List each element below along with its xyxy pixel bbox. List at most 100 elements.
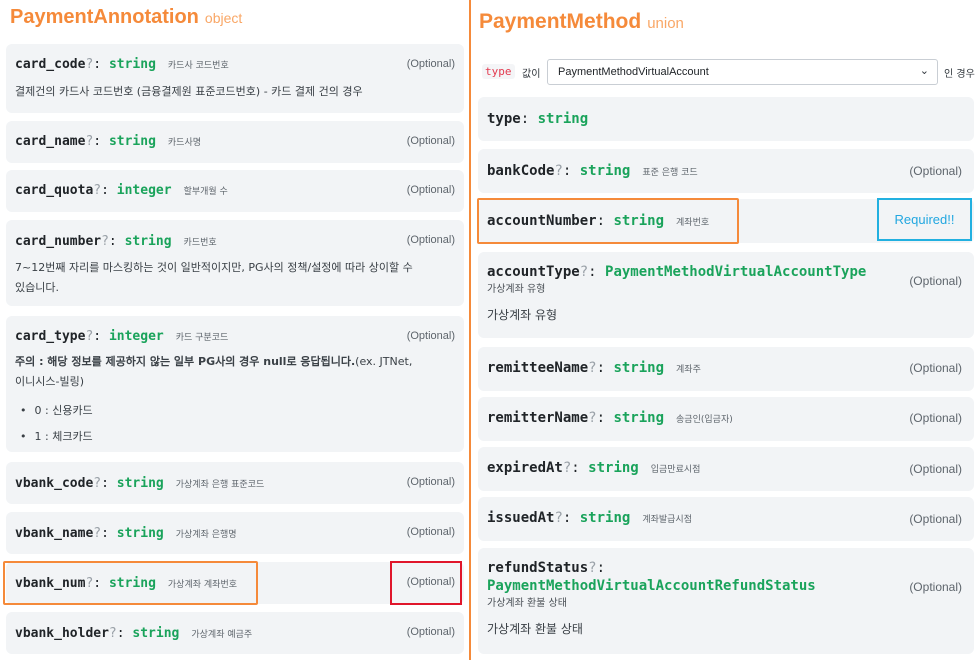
field-type: string — [132, 626, 180, 641]
optional-label: (Optional) — [909, 411, 962, 425]
field-card-expiredAt: expiredAt?: string 입금만료시점 (Optional) — [478, 447, 974, 491]
field-card-remitteeName: remitteeName?: string 계좌주 (Optional) — [478, 347, 974, 391]
optional-mark: ? — [588, 410, 597, 426]
colon: : — [101, 476, 117, 491]
chevron-down-icon: ⌄ — [919, 65, 929, 77]
field-name: card_code — [15, 57, 86, 72]
field-name: bankCode — [487, 163, 555, 179]
optional-label: (Optional) — [406, 626, 455, 638]
colon: : — [596, 410, 614, 426]
optional-mark: ? — [588, 560, 597, 576]
field-korean-label: 카드 구분코드 — [175, 333, 229, 343]
colon: : — [588, 264, 606, 280]
optional-label: (Optional) — [909, 361, 962, 375]
title-kind: object — [204, 10, 243, 26]
field-type: string — [108, 134, 156, 149]
colon: : — [520, 111, 538, 127]
field-korean-label: 가상계좌 은행명 — [175, 530, 237, 540]
optional-label: (Optional) — [909, 580, 962, 594]
field-korean-label: 카드사 코드번호 — [167, 61, 229, 71]
field-card-accountType: accountType?: PaymentMethodVirtualAccoun… — [478, 252, 974, 338]
field-signature: vbank_name?: string 가상계좌 은행명 — [15, 526, 237, 541]
optional-label: (Optional) — [406, 476, 455, 488]
union-variant-select[interactable]: PaymentMethodVirtualAccount ⌄ — [547, 59, 938, 85]
field-korean-label: 가상계좌 예금주 — [191, 630, 253, 640]
field-description: 결제건의 카드사 코드번호 (금융결제원 표준코드번호) - 카드 결제 건의 … — [15, 85, 363, 98]
field-name: card_number — [15, 234, 102, 249]
highlight-box-field — [3, 561, 258, 605]
optional-label: (Optional) — [909, 512, 962, 526]
field-signature: card_quota?: integer 할부개월 수 — [15, 183, 228, 198]
field-name: card_type — [15, 329, 86, 344]
field-name: remitteeName — [487, 360, 589, 376]
required-badge: Required!! — [877, 198, 972, 241]
optional-label: (Optional) — [406, 234, 455, 246]
highlight-box-field — [477, 198, 739, 244]
field-type: string — [579, 510, 631, 526]
field-name: card_name — [15, 134, 86, 149]
field-korean-label: 입금만료시점 — [650, 465, 701, 475]
colon: : — [93, 134, 109, 149]
colon: : — [93, 57, 109, 72]
field-card-type: type: string — [478, 97, 974, 141]
required-text: Required!! — [894, 212, 955, 227]
field-type: string — [108, 57, 156, 72]
field-korean-label: 카드사명 — [167, 138, 202, 148]
field-card-card_name: card_name?: string 카드사명 (Optional) — [6, 121, 464, 163]
field-korean-label: 가상계좌 은행 표준코드 — [175, 480, 265, 490]
title-kind: union — [647, 15, 684, 32]
field-card-card_code: card_code?: string 카드사 코드번호 (Optional) 결제… — [6, 44, 464, 113]
optional-label: (Optional) — [406, 135, 455, 147]
field-name: expiredAt — [487, 460, 563, 476]
type-label: 값이 — [522, 69, 541, 80]
field-card-refundStatus: refundStatus?: PaymentMethodVirtualAccou… — [478, 548, 974, 654]
field-signature: card_number?: string 카드번호 — [15, 234, 217, 249]
title-text: PaymentMethod — [479, 10, 642, 33]
field-signature: type: string — [487, 111, 588, 127]
optional-mark: ? — [554, 510, 563, 526]
field-card-card_number: card_number?: string 카드번호 (Optional) 7~12… — [6, 220, 464, 306]
optional-label: (Optional) — [909, 164, 962, 178]
field-korean-label: 할부개월 수 — [183, 187, 228, 197]
field-signature: card_type?: integer 카드 구분코드 — [15, 329, 228, 344]
colon: : — [101, 183, 117, 198]
optional-mark: ? — [101, 234, 109, 249]
field-card-vbank_name: vbank_name?: string 가상계좌 은행명 (Optional) — [6, 512, 464, 554]
field-korean-label: 계좌발급시점 — [642, 515, 692, 525]
optional-label: (Optional) — [406, 58, 455, 70]
field-type: string — [124, 234, 172, 249]
type-selector-row: type 값이 PaymentMethodVirtualAccount ⌄ 인 … — [480, 58, 976, 86]
optional-mark: ? — [93, 476, 102, 491]
field-card-issuedAt: issuedAt?: string 계좌발급시점 (Optional) — [478, 497, 974, 541]
field-signature: expiredAt?: string 입금만료시점 — [487, 460, 700, 476]
colon: : — [596, 560, 606, 576]
field-type: string — [537, 111, 589, 127]
field-signature: issuedAt?: string 계좌발급시점 — [487, 510, 692, 526]
field-signature: bankCode?: string 표준 은행 코드 — [487, 163, 698, 179]
field-type: string — [613, 360, 665, 376]
field-type: PaymentMethodVirtualAccountType — [605, 264, 867, 280]
field-signature: card_name?: string 카드사명 — [15, 134, 201, 149]
field-signature: remitteeName?: string 계좌주 — [487, 360, 701, 376]
field-card-remitterName: remitterName?: string 송금인(입금자) (Optional) — [478, 397, 974, 441]
highlight-box-optional — [390, 561, 462, 605]
field-signature: card_code?: string 카드사 코드번호 — [15, 57, 229, 72]
colon: : — [101, 526, 117, 541]
field-card-bankCode: bankCode?: string 표준 은행 코드 (Optional) — [478, 149, 974, 193]
panel-title: PaymentAnnotation object — [10, 6, 242, 29]
field-type: integer — [116, 183, 172, 198]
optional-mark: ? — [108, 626, 117, 641]
optional-label: (Optional) — [909, 274, 962, 288]
optional-mark: ? — [93, 526, 102, 541]
field-card-card_type: card_type?: integer 카드 구분코드 (Optional) 주의… — [6, 316, 464, 452]
colon: : — [93, 329, 109, 344]
field-name: remitterName — [487, 410, 589, 426]
colon: : — [562, 510, 580, 526]
field-type: string — [588, 460, 639, 476]
title-text: PaymentAnnotation — [10, 6, 199, 28]
field-name: refundStatus — [487, 560, 589, 576]
warning-text: 주의 : 해당 정보를 제공하지 않는 일부 PG사의 경우 null로 응답됩… — [15, 355, 356, 368]
field-name: card_quota — [15, 183, 94, 198]
type-code-chip: type — [482, 64, 515, 79]
field-korean-label: 표준 은행 코드 — [642, 168, 698, 178]
